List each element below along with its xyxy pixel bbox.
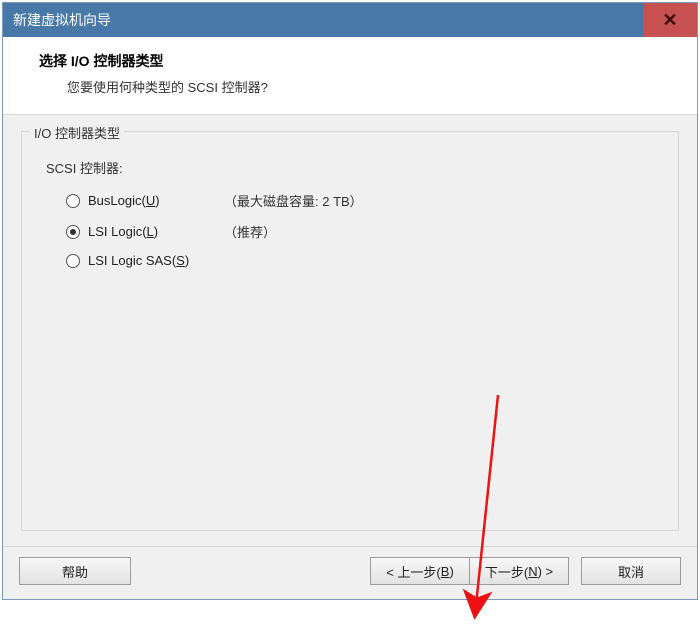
radio-icon	[66, 194, 80, 208]
scsi-controller-label: SCSI 控制器:	[46, 158, 660, 177]
cancel-button[interactable]: 取消	[581, 557, 681, 585]
back-button[interactable]: < 上一步(B)	[370, 557, 470, 585]
radio-option-lsilogic[interactable]: LSI Logic(L) （推荐）	[66, 222, 660, 241]
radio-option-buslogic[interactable]: BusLogic(U) （最大磁盘容量: 2 TB）	[66, 191, 660, 210]
radio-label: BusLogic(U)	[88, 193, 218, 208]
radio-option-lsilogic-sas[interactable]: LSI Logic SAS(S)	[66, 253, 660, 268]
group-legend: I/O 控制器类型	[30, 123, 124, 142]
wizard-content: I/O 控制器类型 SCSI 控制器: BusLogic(U) （最大磁盘容量:…	[3, 115, 697, 546]
wizard-window: 新建虚拟机向导 ✕ 选择 I/O 控制器类型 您要使用何种类型的 SCSI 控制…	[2, 2, 698, 600]
controller-type-group: I/O 控制器类型 SCSI 控制器: BusLogic(U) （最大磁盘容量:…	[21, 131, 679, 531]
close-button[interactable]: ✕	[643, 3, 697, 37]
help-button[interactable]: 帮助	[19, 557, 131, 585]
window-title: 新建虚拟机向导	[13, 10, 111, 30]
radio-note: （最大磁盘容量: 2 TB）	[224, 191, 363, 210]
radio-icon	[66, 225, 80, 239]
radio-label: LSI Logic SAS(S)	[88, 253, 218, 268]
radio-note: （推荐）	[224, 222, 276, 241]
page-title: 选择 I/O 控制器类型	[39, 51, 677, 71]
wizard-button-bar: 帮助 < 上一步(B) 下一步(N) > 取消	[3, 546, 697, 599]
title-bar: 新建虚拟机向导 ✕	[3, 3, 697, 37]
next-button[interactable]: 下一步(N) >	[469, 557, 569, 585]
close-icon: ✕	[662, 10, 677, 31]
radio-label: LSI Logic(L)	[88, 224, 218, 239]
page-subtitle: 您要使用何种类型的 SCSI 控制器?	[39, 77, 677, 96]
wizard-header: 选择 I/O 控制器类型 您要使用何种类型的 SCSI 控制器?	[3, 37, 697, 115]
radio-icon	[66, 254, 80, 268]
